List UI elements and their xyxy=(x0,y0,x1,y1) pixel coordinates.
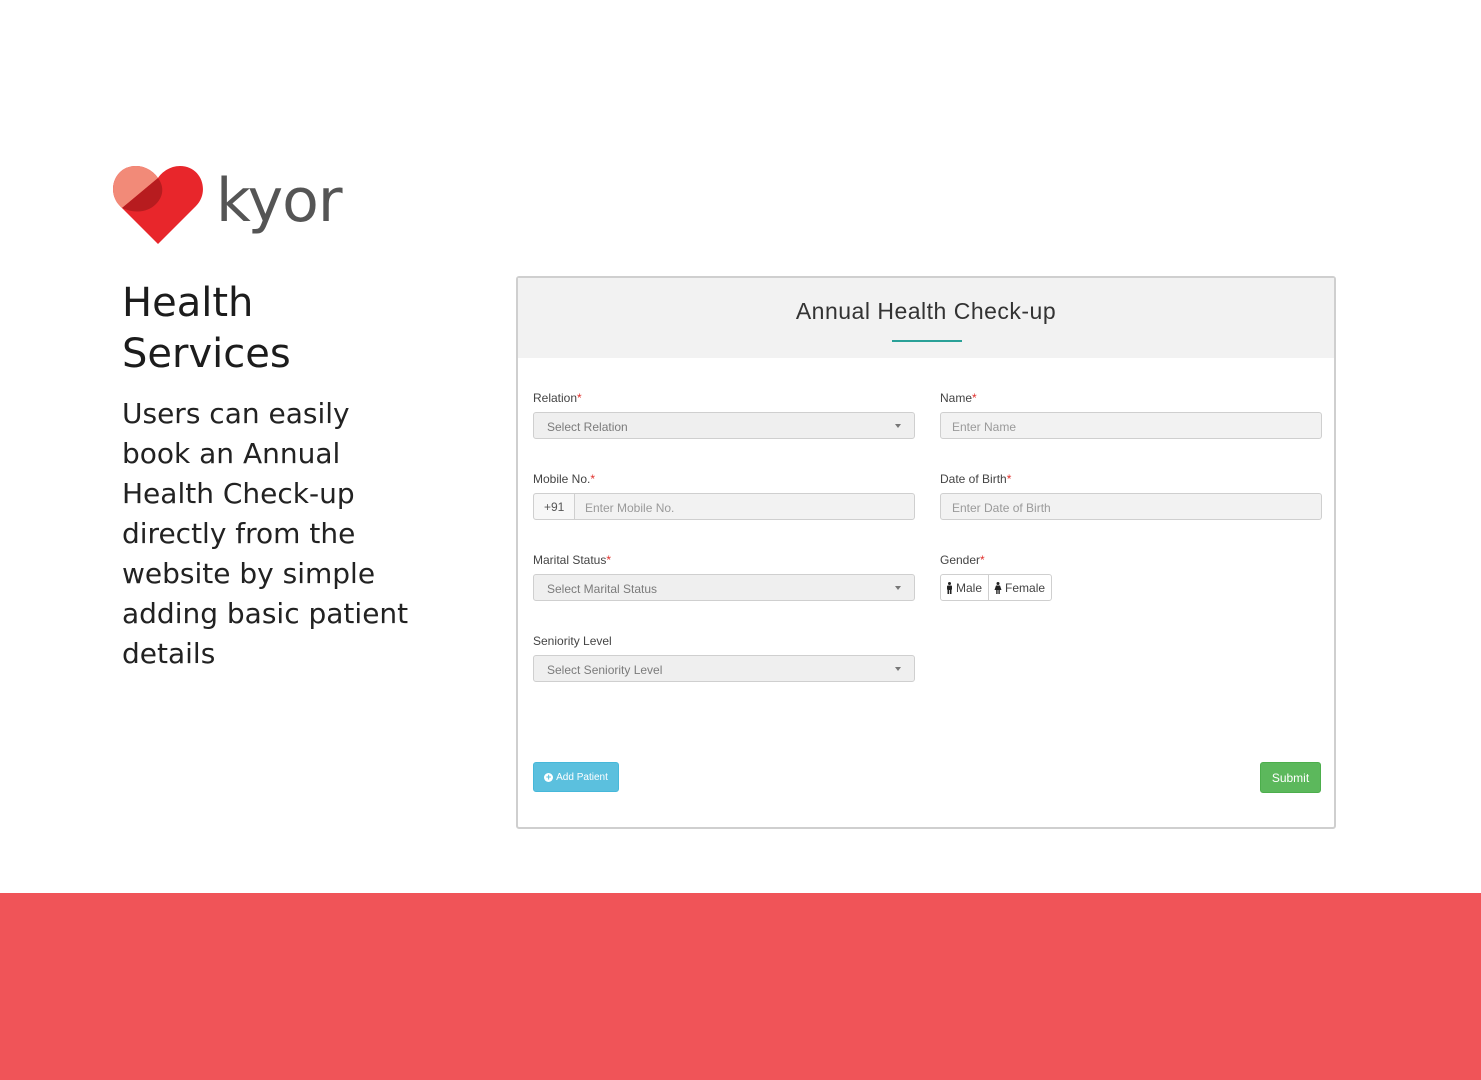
hero-title: Health Services xyxy=(122,280,291,377)
marital-status-select[interactable]: Select Marital Status xyxy=(533,574,915,601)
marital-status-value: Select Marital Status xyxy=(547,582,658,596)
heart-logo-icon xyxy=(113,166,203,244)
relation-label: Relation* xyxy=(533,391,582,405)
required-marker: * xyxy=(1006,472,1012,486)
bottom-accent-band xyxy=(0,893,1481,1080)
chevron-down-icon xyxy=(895,586,901,590)
form-header: Annual Health Check-up xyxy=(518,278,1334,358)
marital-status-label: Marital Status* xyxy=(533,553,612,567)
name-placeholder: Enter Name xyxy=(952,420,1017,434)
gender-label: Gender* xyxy=(940,553,985,567)
add-patient-label: Add Patient xyxy=(556,771,608,783)
chevron-down-icon xyxy=(895,667,901,671)
hero-description: Users can easily book an Annual Health C… xyxy=(122,397,409,670)
plus-circle-icon: + xyxy=(544,771,554,782)
form-title: Annual Health Check-up xyxy=(795,298,1057,324)
name-label: Name* xyxy=(940,391,977,405)
submit-label: Submit xyxy=(1271,770,1310,785)
required-marker: * xyxy=(980,553,985,567)
gender-male-button[interactable]: Male xyxy=(941,575,988,600)
dob-placeholder: Enter Date of Birth xyxy=(952,501,1051,515)
title-underline xyxy=(892,340,962,342)
required-marker: * xyxy=(606,553,612,567)
gender-female-label: Female xyxy=(1005,580,1046,595)
mobile-input[interactable]: +91 Enter Mobile No. xyxy=(533,493,915,520)
brand-name: kyor xyxy=(216,166,342,236)
required-marker: * xyxy=(590,472,596,486)
relation-select-value: Select Relation xyxy=(547,420,628,434)
seniority-level-select[interactable]: Select Seniority Level xyxy=(533,655,915,682)
name-input[interactable]: Enter Name xyxy=(940,412,1322,439)
required-marker: * xyxy=(972,391,977,405)
male-icon xyxy=(947,581,952,594)
dob-label: Date of Birth* xyxy=(940,472,1012,486)
required-marker: * xyxy=(577,391,582,405)
health-checkup-form: Annual Health Check-up Relation* Select … xyxy=(516,276,1336,829)
mobile-placeholder: Enter Mobile No. xyxy=(585,501,675,515)
seniority-level-value: Select Seniority Level xyxy=(547,663,663,677)
gender-female-button[interactable]: Female xyxy=(988,575,1051,600)
chevron-down-icon xyxy=(895,424,901,428)
country-code-prefix: +91 xyxy=(534,494,575,519)
gender-male-label: Male xyxy=(956,580,983,595)
gender-toggle-group: Male Female xyxy=(940,574,1053,601)
dob-input[interactable]: Enter Date of Birth xyxy=(940,493,1322,520)
seniority-level-label: Seniority Level xyxy=(533,634,612,648)
mobile-label: Mobile No.* xyxy=(533,472,596,486)
female-icon xyxy=(994,581,1002,594)
submit-button[interactable]: Submit xyxy=(1260,762,1321,793)
relation-select[interactable]: Select Relation xyxy=(533,412,915,439)
brand-logo: kyor xyxy=(112,160,372,250)
add-patient-button[interactable]: + Add Patient xyxy=(533,762,619,792)
